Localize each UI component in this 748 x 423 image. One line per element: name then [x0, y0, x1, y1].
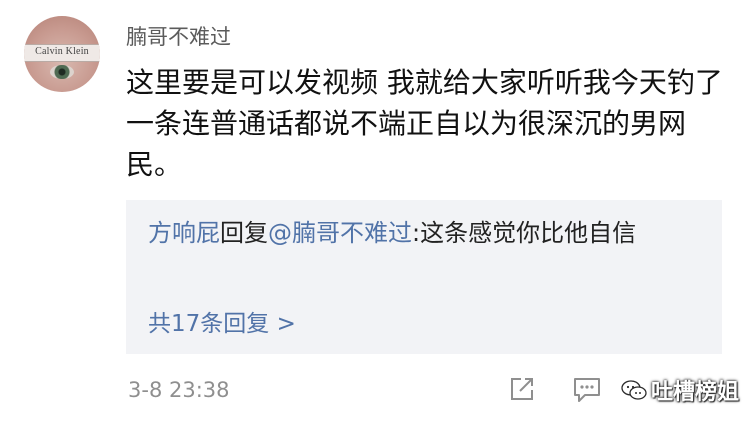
reply-text: 这条感觉你比他自信	[420, 219, 637, 247]
reply-author[interactable]: 方响屁	[148, 219, 220, 247]
reply-separator: :	[412, 219, 421, 247]
wechat-icon	[621, 380, 647, 400]
watermark-text: 吐槽榜姐	[651, 380, 740, 405]
view-all-replies-link[interactable]: 共17条回复 >	[148, 304, 296, 338]
post-timestamp: 3-8 23:38	[128, 378, 230, 402]
avatar-brand-text: Calvin Klein	[35, 46, 89, 57]
watermark: 吐槽榜姐	[620, 375, 739, 405]
avatar[interactable]: Calvin Klein	[24, 16, 100, 92]
reply-preview-box[interactable]: 方响屁回复@腩哥不难过:这条感觉你比他自信 共17条回复 >	[126, 200, 722, 354]
reply-verb: 回复	[220, 219, 268, 247]
comment-icon[interactable]	[571, 373, 603, 405]
post-content: 这里要是可以发视频 我就给大家听听我今天钓了一条连普通话都说不端正自以为很深沉的…	[126, 66, 723, 181]
avatar-eye	[50, 65, 74, 79]
share-icon[interactable]	[506, 373, 538, 405]
reply-mention[interactable]: @腩哥不难过	[268, 219, 412, 247]
reply-preview: 方响屁回复@腩哥不难过:这条感觉你比他自信	[148, 214, 708, 252]
username[interactable]: 腩哥不难过	[126, 21, 231, 51]
